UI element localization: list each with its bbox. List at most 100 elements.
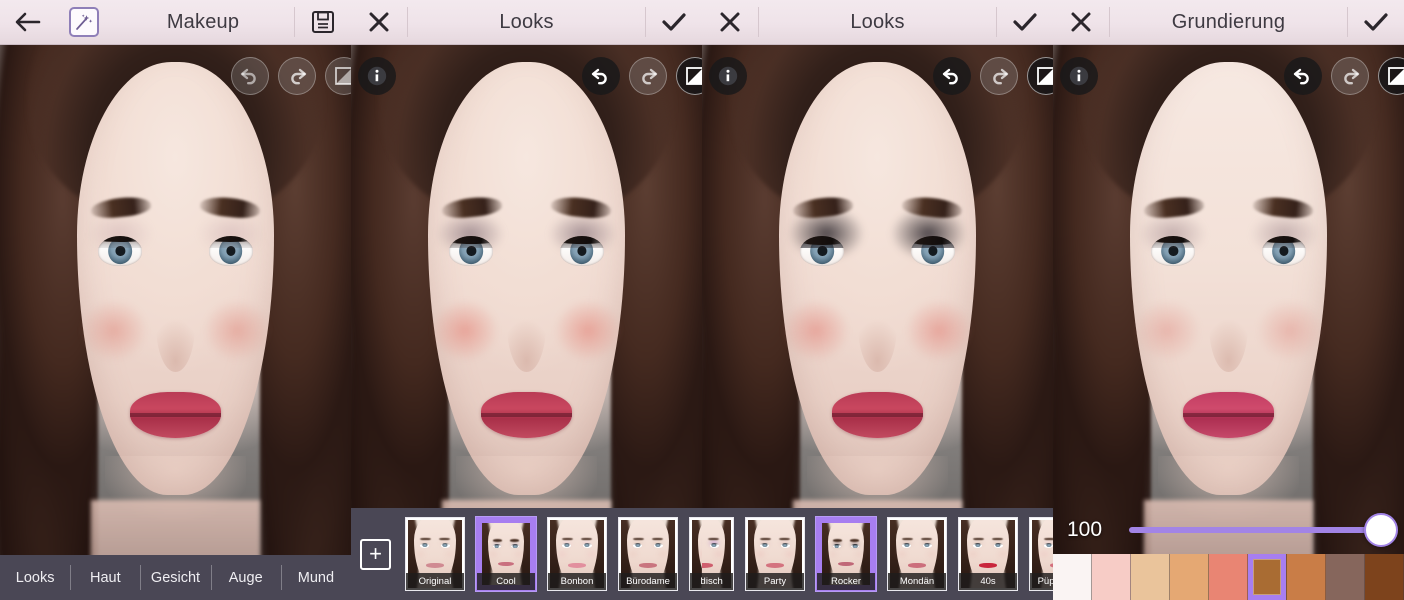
look-thumbnail-label: Bonbon xyxy=(548,573,606,590)
look-thumbnail-label: Nordisch xyxy=(690,573,702,590)
tab-gesicht[interactable]: Gesicht xyxy=(140,555,210,600)
panel-makeup-home: Makeup Looks Haut Gesicht Auge Mund xyxy=(0,0,351,600)
look-thumbnail-label: Mondän xyxy=(888,573,946,590)
info-icon xyxy=(1069,66,1089,86)
checkmark-icon xyxy=(662,13,686,31)
photo-canvas-1[interactable] xyxy=(0,45,351,600)
foundation-swatch[interactable] xyxy=(1287,554,1326,600)
look-thumbnail-label: 40s xyxy=(959,573,1017,590)
save-disk-icon xyxy=(312,11,334,33)
redo-button[interactable] xyxy=(629,57,667,95)
look-thumbnail[interactable]: Bürodame xyxy=(618,517,678,591)
panel-looks-cool: Looks + Original Cool Bonbon Bürodame xyxy=(351,0,702,600)
cancel-button[interactable] xyxy=(1053,0,1109,45)
header-looks-rocker: Looks xyxy=(702,0,1053,45)
add-look-button[interactable]: + xyxy=(360,538,391,570)
look-thumbnail[interactable]: Mondän xyxy=(887,517,947,591)
confirm-button[interactable] xyxy=(646,0,702,45)
undo-button[interactable] xyxy=(1284,57,1322,95)
tab-auge[interactable]: Auge xyxy=(210,555,281,600)
confirm-button[interactable] xyxy=(1348,0,1404,45)
panel-looks-rocker: Looks disch Party Rocker Mondän 40s Püp xyxy=(702,0,1053,600)
looks-thumbnail-list: Original Cool Bonbon Bürodame Nordisch xyxy=(405,517,702,591)
tab-haut[interactable]: Haut xyxy=(70,555,140,600)
slider-value: 100 xyxy=(1067,518,1103,541)
redo-button[interactable] xyxy=(1331,57,1369,95)
look-thumbnail[interactable]: Cool xyxy=(476,517,536,591)
panel-grundierung: Grundierung 100 xyxy=(1053,0,1404,600)
save-button[interactable] xyxy=(295,0,351,45)
close-x-icon xyxy=(369,12,389,32)
foundation-swatch[interactable] xyxy=(1170,554,1209,600)
screenshot-stage: Makeup Looks Haut Gesicht Auge Mund Look… xyxy=(0,0,1404,600)
compare-split-icon xyxy=(335,67,351,85)
info-icon xyxy=(718,66,738,86)
undo-button[interactable] xyxy=(582,57,620,95)
foundation-swatch[interactable] xyxy=(1248,554,1287,600)
look-thumbnail-label: Cool xyxy=(477,573,535,590)
checkmark-icon xyxy=(1013,13,1037,31)
info-button[interactable] xyxy=(1060,57,1098,95)
look-thumbnail[interactable]: Nordisch xyxy=(702,517,734,591)
header-makeup: Makeup xyxy=(0,0,351,45)
tab-looks[interactable]: Looks xyxy=(0,555,70,600)
makeup-wand-icon xyxy=(69,7,99,37)
info-button[interactable] xyxy=(709,57,747,95)
makeup-badge-button[interactable] xyxy=(56,0,112,45)
look-thumbnail-label: Party xyxy=(746,573,804,590)
foundation-swatch[interactable] xyxy=(1053,554,1092,600)
foundation-swatch[interactable] xyxy=(1209,554,1248,600)
look-thumbnail[interactable]: Bonbon xyxy=(547,517,607,591)
info-button[interactable] xyxy=(358,57,396,95)
confirm-button[interactable] xyxy=(997,0,1053,45)
foundation-swatch-row[interactable] xyxy=(1053,554,1404,600)
redo-arrow-icon xyxy=(291,68,307,85)
look-thumbnail[interactable]: 40s xyxy=(958,517,1018,591)
undo-arrow-icon xyxy=(240,68,256,85)
undo-button[interactable] xyxy=(231,57,269,95)
look-thumbnail[interactable]: Püppchen xyxy=(1029,517,1053,591)
look-thumbnail-label: Rocker xyxy=(817,573,875,590)
looks-strip-2[interactable]: + Original Cool Bonbon Bürodame Nordisch xyxy=(351,508,702,600)
photo-canvas-4[interactable]: 100 xyxy=(1053,45,1404,600)
redo-arrow-icon xyxy=(993,68,1009,85)
redo-arrow-icon xyxy=(1344,68,1360,85)
tab-mund[interactable]: Mund xyxy=(280,555,351,600)
undo-arrow-icon xyxy=(942,68,958,85)
look-thumbnail-label: Original xyxy=(406,573,464,590)
checkmark-icon xyxy=(1364,13,1388,31)
foundation-swatch[interactable] xyxy=(1326,554,1365,600)
look-thumbnail[interactable]: Original xyxy=(405,517,465,591)
looks-strip-3[interactable]: Nordisch Party Rocker Mondän 40s Püppchen xyxy=(702,508,1053,600)
close-x-icon xyxy=(1071,12,1091,32)
back-arrow-icon xyxy=(15,12,41,32)
page-title: Looks xyxy=(850,10,905,33)
redo-arrow-icon xyxy=(642,68,658,85)
foundation-swatch[interactable] xyxy=(1365,554,1404,600)
info-icon xyxy=(367,66,387,86)
slider-track[interactable] xyxy=(1129,513,1398,547)
redo-button[interactable] xyxy=(278,57,316,95)
undo-button[interactable] xyxy=(933,57,971,95)
back-button[interactable] xyxy=(0,0,56,45)
foundation-swatch[interactable] xyxy=(1131,554,1170,600)
compare-split-icon xyxy=(1037,67,1053,85)
undo-arrow-icon xyxy=(1293,68,1309,85)
header-looks-cool: Looks xyxy=(351,0,702,45)
look-thumbnail[interactable]: Party xyxy=(745,517,805,591)
foundation-swatch[interactable] xyxy=(1092,554,1131,600)
look-thumbnail-label: Nordisch xyxy=(702,573,733,590)
cancel-button[interactable] xyxy=(702,0,758,45)
look-thumbnail-label: Bürodame xyxy=(619,573,677,590)
opacity-slider-row[interactable]: 100 xyxy=(1053,506,1404,554)
header-grundierung: Grundierung xyxy=(1053,0,1404,45)
look-thumbnail[interactable]: Nordisch xyxy=(689,517,702,591)
redo-button[interactable] xyxy=(980,57,1018,95)
page-title: Grundierung xyxy=(1171,10,1286,33)
look-thumbnail[interactable]: Rocker xyxy=(816,517,876,591)
slider-knob[interactable] xyxy=(1364,513,1398,547)
page-title: Makeup xyxy=(166,10,240,33)
looks-thumbnail-list: Nordisch Party Rocker Mondän 40s Püppchen xyxy=(702,517,1053,591)
cancel-button[interactable] xyxy=(351,0,407,45)
page-title: Looks xyxy=(499,10,554,33)
